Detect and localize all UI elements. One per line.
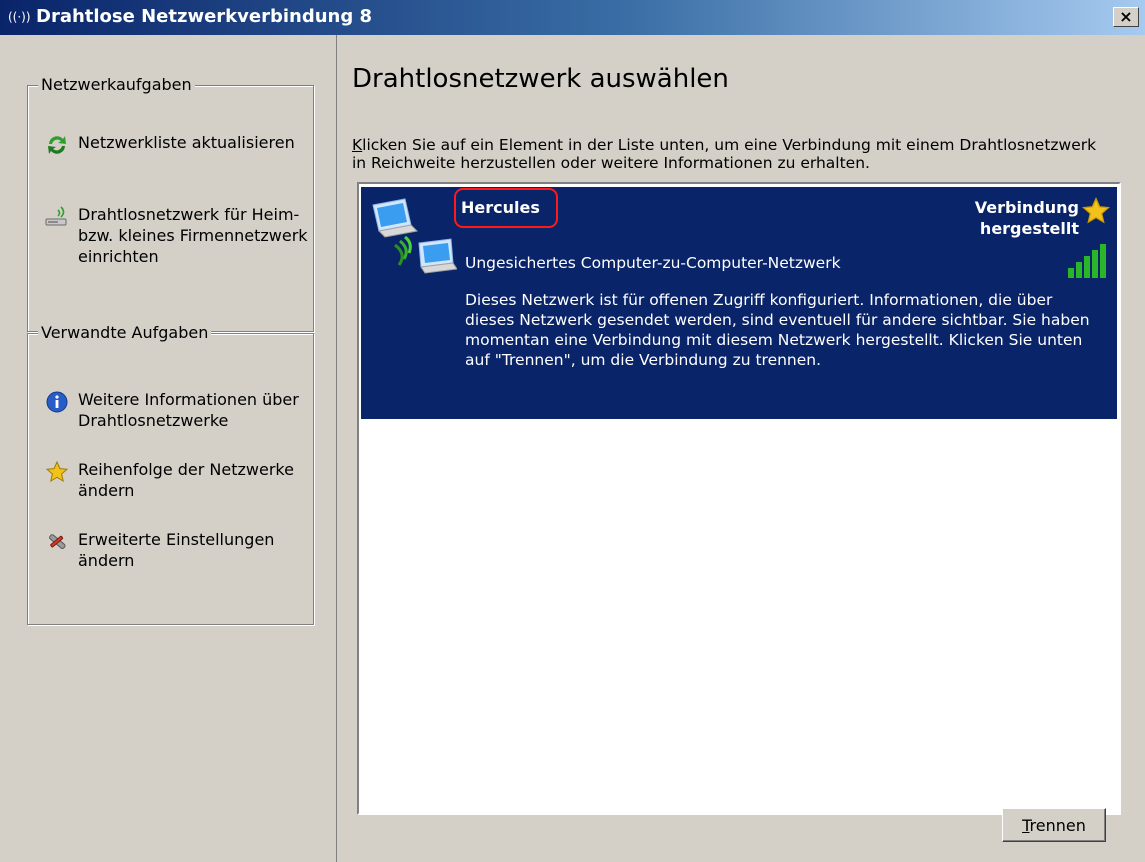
instructions-body: licken Sie auf ein Element in der Liste … [352, 136, 1097, 172]
related-tasks-group: Verwandte Aufgaben Weitere Informationen… [27, 322, 314, 625]
instructions-text: Klicken Sie auf ein Element in der Liste… [352, 136, 1112, 172]
close-button[interactable]: × [1113, 7, 1139, 27]
page-title: Drahtlosnetzwerk auswählen [352, 64, 729, 94]
signal-strength-icon [1066, 240, 1108, 280]
connection-status-line1: Verbindung [974, 198, 1079, 217]
info-icon [44, 389, 70, 415]
ad-hoc-network-icon [367, 197, 458, 287]
refresh-network-list-link[interactable]: Netzwerkliste aktualisieren [44, 132, 318, 158]
advanced-settings-link[interactable]: Erweiterte Einstellungen ändern [44, 529, 318, 571]
preferred-network-star-icon [1081, 196, 1111, 226]
connection-status-line2: hergestellt [979, 219, 1079, 238]
signal-bar [1084, 256, 1090, 278]
network-list[interactable]: Hercules Verbindung hergestellt Ungesiche… [357, 182, 1121, 815]
signal-bar [1068, 268, 1074, 278]
signal-bar [1092, 250, 1098, 278]
network-tasks-legend: Netzwerkaufgaben [38, 74, 195, 96]
network-description: Dieses Netzwerk ist für offenen Zugriff … [465, 291, 1090, 369]
signal-bar [1076, 262, 1082, 278]
settings-tools-icon [44, 529, 70, 555]
signal-bar [1100, 244, 1106, 278]
related-tasks-legend: Verwandte Aufgaben [38, 322, 212, 344]
connection-status: Verbindung hergestellt [975, 197, 1079, 239]
disconnect-label-rest: rennen [1029, 815, 1086, 835]
network-list-item[interactable]: Hercules Verbindung hergestellt Ungesiche… [361, 187, 1117, 419]
instructions-accel: K [352, 136, 363, 154]
wireless-info-label: Weitere Informationen über Drahtlosnetzw… [78, 390, 299, 430]
disconnect-button[interactable]: Trennen [1002, 808, 1106, 842]
star-icon [44, 459, 70, 485]
setup-wireless-network-link[interactable]: Drahtlosnetzwerk für Heim- bzw. kleines … [44, 204, 318, 267]
wireless-setup-icon [44, 204, 70, 230]
advanced-settings-label: Erweiterte Einstellungen ändern [78, 530, 275, 570]
network-security-type: Ungesichertes Computer-zu-Computer-Netzw… [465, 254, 841, 272]
ssid-highlight-mark [454, 188, 558, 228]
setup-wireless-network-label: Drahtlosnetzwerk für Heim- bzw. kleines … [78, 205, 308, 266]
wireless-info-link[interactable]: Weitere Informationen über Drahtlosnetzw… [44, 389, 318, 431]
main-panel: Drahtlosnetzwerk auswählen Klicken Sie a… [338, 35, 1145, 862]
window-title: Drahtlose Netzwerkverbindung 8 [36, 6, 373, 27]
refresh-network-list-label: Netzwerkliste aktualisieren [78, 133, 295, 152]
sidebar: Netzwerkaufgaben Netzwerkliste aktualisi… [0, 35, 337, 862]
network-tasks-group: Netzwerkaufgaben Netzwerkliste aktualisi… [27, 74, 314, 332]
change-network-order-label: Reihenfolge der Netzwerke ändern [78, 460, 294, 500]
disconnect-accel: T [1022, 815, 1030, 835]
refresh-icon [44, 132, 70, 158]
title-bar: ((·)) Drahtlose Netzwerkverbindung 8 × [0, 0, 1145, 35]
change-network-order-link[interactable]: Reihenfolge der Netzwerke ändern [44, 459, 318, 501]
